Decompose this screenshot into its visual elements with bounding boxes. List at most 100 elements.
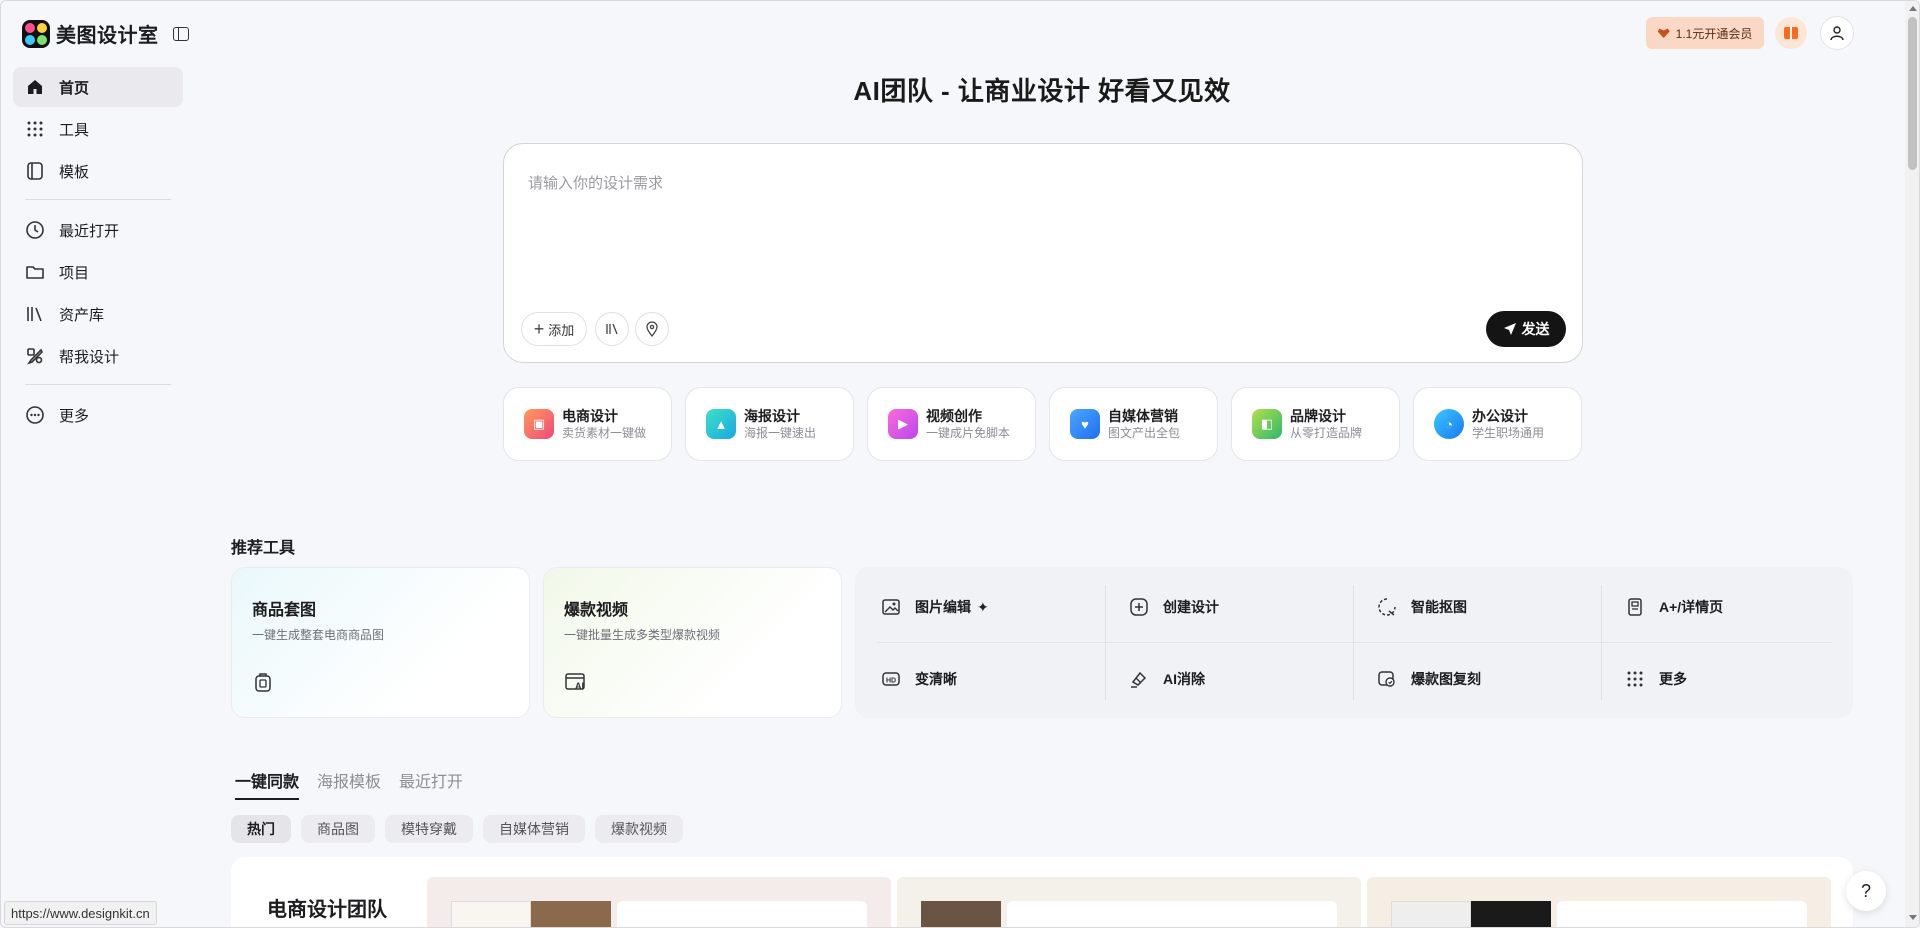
heart-chat-icon: ♥: [1070, 409, 1100, 439]
gift-button[interactable]: [1775, 17, 1807, 49]
vip-button[interactable]: 1.1元开通会员: [1646, 17, 1764, 49]
tool-image-edit[interactable]: 图片编辑 ✦: [855, 571, 1103, 643]
location-pin-icon: [646, 321, 658, 337]
sidebar: 美图设计室 首页 工具 模板 最近打开 项目 资产库 帮我设计 更多: [1, 1, 191, 927]
category-card-media[interactable]: ♥ 自媒体营销 图文产出全包: [1049, 387, 1218, 461]
location-button[interactable]: [635, 312, 669, 346]
sidebar-item-templates[interactable]: 模板: [13, 151, 183, 191]
library-icon: [606, 323, 618, 335]
preview-thumbnail: [921, 901, 1001, 927]
chip-model-wear[interactable]: 模特穿戴: [385, 815, 473, 843]
eraser-icon: [1131, 671, 1147, 688]
category-card-poster[interactable]: ▲ 海报设计 海报一键速出: [685, 387, 854, 461]
tool-grid: 图片编辑 ✦ 创建设计 智能抠图 A+/详情页 HD 变清晰 AI消除 爆款图复…: [855, 567, 1853, 718]
scrollbar[interactable]: [1905, 1, 1919, 927]
library-button[interactable]: [595, 312, 629, 346]
tool-ai-erase[interactable]: AI消除: [1103, 643, 1351, 715]
sidebar-nav: 首页 工具 模板 最近打开 项目 资产库 帮我设计 更多: [13, 67, 183, 437]
chip-viral-video[interactable]: 爆款视频: [595, 815, 683, 843]
sidebar-item-more[interactable]: 更多: [13, 395, 183, 435]
sidebar-item-label: 最近打开: [59, 222, 120, 240]
product-bag-icon: [255, 673, 271, 692]
category-title: 视频创作: [926, 408, 982, 424]
ai-video-icon: AI: [565, 673, 585, 691]
preview-thumbnail: [451, 901, 531, 927]
template-preview[interactable]: [427, 877, 891, 927]
sidebar-collapse-icon[interactable]: [172, 26, 189, 41]
preview-card: [1557, 901, 1807, 927]
prompt-input[interactable]: [528, 168, 1528, 198]
category-subtitle: 海报一键速出: [744, 426, 817, 440]
tool-create-design[interactable]: 创建设计: [1103, 571, 1351, 643]
grid-icon: [27, 121, 43, 137]
replicate-icon: [1378, 671, 1395, 687]
tool-replicate[interactable]: 爆款图复刻: [1351, 643, 1599, 715]
tool-label: 更多: [1659, 671, 1687, 687]
tool-card-viral-video[interactable]: 爆款视频 一键批量生成多类型爆款视频 AI: [543, 567, 842, 718]
sidebar-item-recent[interactable]: 最近打开: [13, 210, 183, 250]
grid-more-icon: [1627, 671, 1643, 687]
tool-card-title: 爆款视频: [564, 602, 629, 619]
help-button[interactable]: ?: [1846, 871, 1886, 911]
scrollbar-thumb[interactable]: [1908, 17, 1917, 170]
tool-card-title: 商品套图: [252, 602, 317, 619]
design-help-icon: [27, 348, 43, 365]
template-preview[interactable]: [897, 877, 1361, 927]
tool-label: 图片编辑: [915, 599, 971, 615]
tool-card-subtitle: 一键批量生成多类型爆款视频: [564, 628, 721, 642]
add-attachment-button[interactable]: + 添加: [521, 312, 587, 346]
template-preview[interactable]: [1367, 877, 1831, 927]
tool-label: AI消除: [1163, 671, 1205, 687]
brand[interactable]: 美图设计室: [22, 19, 189, 48]
home-icon: [28, 80, 42, 94]
clock-icon: [26, 221, 44, 239]
vip-label: 1.1元开通会员: [1675, 26, 1753, 41]
play-icon: ▶: [888, 409, 918, 439]
chip-hot[interactable]: 热门: [231, 815, 291, 843]
scroll-down-arrow-icon[interactable]: [1909, 915, 1917, 920]
preview-card: [1007, 901, 1337, 927]
category-subtitle: 图文产出全包: [1108, 426, 1181, 440]
category-card-office[interactable]: ◔ 办公设计 学生职场通用: [1413, 387, 1582, 461]
chip-media-marketing[interactable]: 自媒体营销: [483, 815, 585, 843]
tab-one-click-same[interactable]: 一键同款: [235, 768, 300, 800]
tool-more[interactable]: 更多: [1599, 643, 1847, 715]
tool-smart-cutout[interactable]: 智能抠图: [1351, 571, 1599, 643]
tab-recent[interactable]: 最近打开: [399, 768, 463, 800]
send-icon: [1503, 323, 1516, 335]
tool-detail-page[interactable]: A+/详情页: [1599, 571, 1847, 643]
send-button[interactable]: 发送: [1486, 311, 1566, 347]
tool-card-product-set[interactable]: 商品套图 一键生成整套电商商品图: [231, 567, 530, 718]
team-title: 电商设计团队: [267, 899, 387, 921]
user-icon: [1830, 26, 1844, 41]
sidebar-item-label: 工具: [59, 121, 90, 139]
category-card-ecommerce[interactable]: ▣ 电商设计 卖货素材一键做: [503, 387, 672, 461]
category-title: 办公设计: [1472, 408, 1528, 424]
category-title: 海报设计: [744, 408, 800, 424]
category-card-brand[interactable]: ◧ 品牌设计 从零打造品牌: [1231, 387, 1400, 461]
scroll-up-arrow-icon[interactable]: [1909, 6, 1917, 11]
category-subtitle: 一键成片免脚本: [926, 426, 1011, 440]
tool-label: 智能抠图: [1411, 599, 1467, 615]
sidebar-item-assets[interactable]: 资产库: [13, 294, 183, 334]
tab-poster-templates[interactable]: 海报模板: [317, 768, 381, 800]
prompt-box: + 添加 发送: [503, 143, 1583, 363]
send-label: 发送: [1521, 321, 1550, 337]
user-avatar-button[interactable]: [1820, 16, 1854, 50]
tool-card-subtitle: 一键生成整套电商商品图: [252, 628, 385, 642]
library-icon: [27, 307, 42, 322]
brand-logo-icon: [22, 19, 50, 48]
page-title: AI团队 - 让商业设计 好看又见效: [853, 76, 1231, 106]
tool-label: A+/详情页: [1659, 599, 1724, 615]
category-subtitle: 卖货素材一键做: [562, 426, 647, 440]
sidebar-item-projects[interactable]: 项目: [13, 252, 183, 292]
svg-text:HD: HD: [886, 678, 896, 685]
sidebar-item-help-design[interactable]: 帮我设计: [13, 336, 183, 376]
sidebar-item-tools[interactable]: 工具: [13, 109, 183, 149]
category-card-video[interactable]: ▶ 视频创作一键成片免脚本: [867, 387, 1036, 461]
more-icon: [26, 406, 44, 424]
sparkle-icon: ✦: [977, 598, 989, 615]
tool-enhance[interactable]: HD 变清晰: [855, 643, 1103, 715]
sidebar-item-home[interactable]: 首页: [13, 67, 183, 107]
chip-product[interactable]: 商品图: [301, 815, 375, 843]
